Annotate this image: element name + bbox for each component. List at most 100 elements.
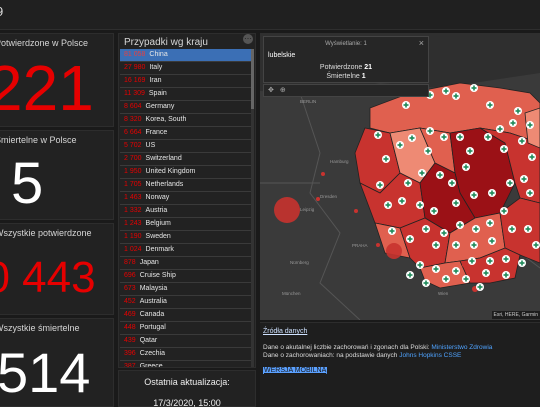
case-marker[interactable] <box>508 225 516 233</box>
country-row[interactable]: 469 Canada <box>120 309 254 322</box>
country-row[interactable]: 673 Malaysia <box>120 283 254 296</box>
country-row[interactable]: 696 Cruise Ship <box>120 270 254 283</box>
case-marker[interactable] <box>502 271 510 279</box>
country-row[interactable]: 27 980 Italy <box>120 62 254 75</box>
country-row[interactable]: 452 Australia <box>120 296 254 309</box>
case-marker[interactable] <box>452 92 460 100</box>
case-marker[interactable] <box>426 127 434 135</box>
case-marker[interactable] <box>484 133 492 141</box>
case-marker[interactable] <box>374 131 382 139</box>
case-marker[interactable] <box>388 227 396 235</box>
case-marker[interactable] <box>456 133 464 141</box>
case-marker[interactable] <box>486 101 494 109</box>
case-marker[interactable] <box>422 225 430 233</box>
case-marker[interactable] <box>432 265 440 273</box>
case-marker[interactable] <box>488 189 496 197</box>
case-circle[interactable] <box>386 243 402 259</box>
case-marker[interactable] <box>440 229 448 237</box>
case-marker[interactable] <box>468 257 476 265</box>
case-marker[interactable] <box>470 241 478 249</box>
case-marker[interactable] <box>466 147 474 155</box>
case-marker[interactable] <box>452 241 460 249</box>
case-marker[interactable] <box>518 259 526 267</box>
case-marker[interactable] <box>486 257 494 265</box>
case-marker[interactable] <box>418 169 426 177</box>
country-row[interactable]: 5 702 US <box>120 140 254 153</box>
case-marker[interactable] <box>526 121 534 129</box>
country-row[interactable]: 1 950 United Kingdom <box>120 166 254 179</box>
case-marker[interactable] <box>500 207 508 215</box>
case-marker[interactable] <box>486 219 494 227</box>
mobile-version-link[interactable]: WERSJA MOBILNA <box>263 367 328 374</box>
case-marker[interactable] <box>470 191 478 199</box>
country-row[interactable]: 2 700 Switzerland <box>120 153 254 166</box>
country-row[interactable]: 1 463 Norway <box>120 192 254 205</box>
ministry-link[interactable]: Ministerstwo Zdrowia <box>431 344 492 351</box>
case-marker[interactable] <box>476 283 484 291</box>
country-row[interactable]: 11 309 Spain <box>120 88 254 101</box>
case-marker[interactable] <box>424 147 432 155</box>
country-list-scrollbar[interactable] <box>251 49 254 367</box>
menu-icon[interactable]: ⋯ <box>243 34 253 44</box>
case-marker[interactable] <box>509 119 517 127</box>
case-marker[interactable] <box>452 267 460 275</box>
country-row[interactable]: 878 Japan <box>120 257 254 270</box>
case-marker[interactable] <box>526 189 534 197</box>
case-marker[interactable] <box>462 163 470 171</box>
country-row[interactable]: 448 Portugal <box>120 322 254 335</box>
case-marker[interactable] <box>406 271 414 279</box>
case-marker[interactable] <box>376 181 384 189</box>
case-marker[interactable] <box>482 269 490 277</box>
case-marker[interactable] <box>396 141 404 149</box>
case-marker[interactable] <box>440 133 448 141</box>
case-marker[interactable] <box>514 107 522 115</box>
case-marker[interactable] <box>452 199 460 207</box>
country-row[interactable]: 1 024 Denmark <box>120 244 254 257</box>
case-marker[interactable] <box>430 207 438 215</box>
case-marker[interactable] <box>470 84 478 92</box>
country-row[interactable]: 8 604 Germany <box>120 101 254 114</box>
country-row[interactable]: 1 705 Netherlands <box>120 179 254 192</box>
case-marker[interactable] <box>528 153 536 161</box>
case-marker[interactable] <box>416 261 424 269</box>
case-marker[interactable] <box>488 237 496 245</box>
case-marker[interactable] <box>406 235 414 243</box>
scrollbar-thumb[interactable] <box>251 49 254 109</box>
case-marker[interactable] <box>532 241 540 249</box>
case-marker[interactable] <box>448 179 456 187</box>
country-row[interactable]: 1 243 Belgium <box>120 218 254 231</box>
case-marker[interactable] <box>442 275 450 283</box>
case-marker[interactable] <box>456 221 464 229</box>
case-marker[interactable] <box>436 171 444 179</box>
case-marker[interactable] <box>500 145 508 153</box>
case-marker[interactable] <box>422 279 430 287</box>
country-row[interactable]: 439 Qatar <box>120 335 254 348</box>
case-marker[interactable] <box>402 101 410 109</box>
country-row[interactable]: 8 320 Korea, South <box>120 114 254 127</box>
case-marker[interactable] <box>442 87 450 95</box>
case-marker[interactable] <box>432 241 440 249</box>
jhu-link[interactable]: Johns Hopkins CSSE <box>399 352 461 359</box>
sources-title[interactable]: Źródła danych <box>263 328 307 335</box>
move-icon[interactable]: ✥ <box>268 87 280 94</box>
case-marker[interactable] <box>472 225 480 233</box>
country-row[interactable]: 396 Czechia <box>120 348 254 361</box>
country-row[interactable]: 6 664 France <box>120 127 254 140</box>
case-circle[interactable] <box>274 197 300 223</box>
case-marker[interactable] <box>384 201 392 209</box>
country-row[interactable]: 81 058 China <box>120 49 254 62</box>
case-marker[interactable] <box>382 155 390 163</box>
case-marker[interactable] <box>398 197 406 205</box>
zoom-icon[interactable]: ⊕ <box>280 87 292 94</box>
case-marker[interactable] <box>524 225 532 233</box>
country-row[interactable]: 387 Greece <box>120 361 254 367</box>
case-marker[interactable] <box>408 134 416 142</box>
country-row[interactable]: 16 169 Iran <box>120 75 254 88</box>
case-marker[interactable] <box>404 179 412 187</box>
case-marker[interactable] <box>416 201 424 209</box>
case-marker[interactable] <box>506 179 514 187</box>
case-marker[interactable] <box>502 255 510 263</box>
country-row[interactable]: 1 190 Sweden <box>120 231 254 244</box>
case-marker[interactable] <box>462 275 470 283</box>
case-marker[interactable] <box>496 125 504 133</box>
